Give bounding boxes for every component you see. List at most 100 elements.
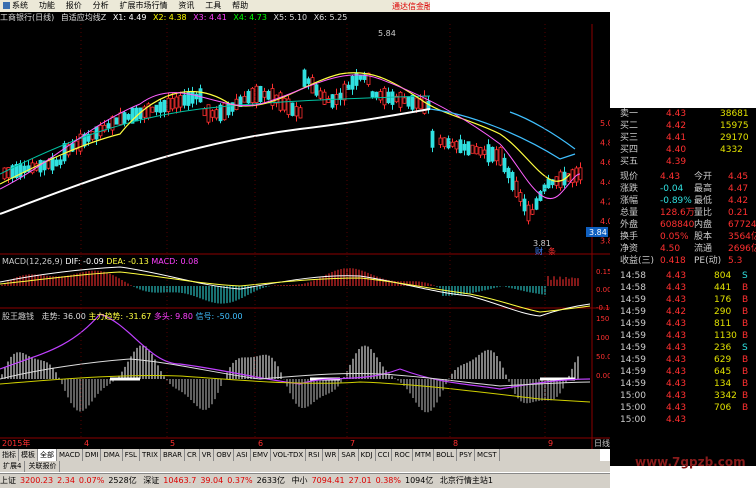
tick-volume: 811: [714, 319, 732, 329]
menu-item-function[interactable]: 功能: [39, 0, 55, 12]
ext-tab[interactable]: 关联报价: [25, 461, 61, 472]
tick-price: 4.43: [666, 379, 687, 389]
candle-body: [346, 84, 351, 90]
stat-value: 0.05%: [660, 232, 689, 242]
tab-macd[interactable]: MACD: [57, 449, 83, 461]
tab-全部[interactable]: 全部: [38, 449, 57, 461]
menu-item-system[interactable]: 系统: [3, 0, 28, 12]
candle-body: [2, 167, 7, 180]
indicator-name: 自适应均线Z: [60, 13, 107, 22]
stat-row: 外盘 608840内盘 677244: [610, 219, 756, 231]
tick-price: 4.43: [666, 403, 687, 413]
candle-body: [90, 131, 95, 140]
candle-body: [122, 112, 127, 124]
sz-change: 39.04: [200, 476, 224, 485]
candle-body: [62, 143, 67, 162]
candle-body: [358, 74, 363, 80]
stat-label: 换手: [620, 232, 639, 242]
stat-row: 涨幅 -0.89% 最低 4.42: [610, 195, 756, 207]
candle-body: [182, 94, 187, 106]
tab-boll[interactable]: BOLL: [434, 449, 458, 461]
tick-row: 14:59 4.43 236 S: [610, 342, 756, 354]
tab-mtm[interactable]: MTM: [413, 449, 435, 461]
candle-body: [218, 104, 223, 122]
menu-item-quote[interactable]: 报价: [66, 0, 82, 12]
tab-cr[interactable]: CR: [185, 449, 200, 461]
tab-模板[interactable]: 模板: [19, 449, 38, 461]
menu-item-analysis[interactable]: 分析: [93, 0, 109, 12]
bid-label: 买二: [620, 121, 639, 131]
bid-volume: 38681: [720, 109, 749, 119]
tab-vr[interactable]: VR: [200, 449, 215, 461]
menu-item-tools[interactable]: 工具: [205, 0, 221, 12]
tab-rsi[interactable]: RSI: [306, 449, 323, 461]
candle-body: [402, 97, 407, 104]
tick-price: 4.43: [666, 283, 687, 293]
tick-volume: 176: [714, 295, 732, 305]
menu-item-help[interactable]: 帮助: [232, 0, 248, 12]
tab-fsl[interactable]: FSL: [123, 449, 140, 461]
zx-pct: 0.38%: [375, 476, 401, 485]
tab-dmi[interactable]: DMI: [83, 449, 102, 461]
tab-dma[interactable]: DMA: [101, 449, 123, 461]
indicator-tabs: 指标 模板 全部 MACD DMI DMA FSL TRIX BRAR CR VR OBV ASI EMV…: [0, 449, 600, 461]
candle-body: [302, 69, 307, 87]
tab-obv[interactable]: OBV: [214, 449, 235, 461]
server-name[interactable]: 北京行情主站1: [440, 476, 493, 485]
candle-body: [450, 141, 455, 147]
extension-tabs: 扩展4 关联报价: [0, 461, 610, 472]
tab-roc[interactable]: ROC: [392, 449, 413, 461]
tab-asi[interactable]: ASI: [234, 449, 251, 461]
bid-volume: 4332: [720, 145, 743, 155]
tick-volume: 706: [714, 403, 732, 413]
tab-指标[interactable]: 指标: [0, 449, 19, 461]
date-axis-label: 9: [548, 439, 553, 448]
stat-label: PE(动): [694, 256, 722, 266]
tab-mcst[interactable]: MCST: [475, 449, 500, 461]
candle-body: [262, 90, 267, 98]
bid-label: 买五: [620, 157, 639, 167]
tab-vol-tdx[interactable]: VOL-TDX: [271, 449, 307, 461]
candle-body: [466, 141, 471, 156]
candle-body: [526, 204, 531, 222]
tab-cci[interactable]: CCI: [376, 449, 393, 461]
tick-price: 4.42: [666, 307, 687, 317]
candle-body: [58, 159, 63, 165]
tick-time: 14:59: [620, 295, 646, 305]
stat-label: 最低: [694, 196, 713, 206]
tab-emv[interactable]: EMV: [251, 449, 271, 461]
ext-tab[interactable]: 扩展4: [0, 461, 26, 472]
ma-x2: X2: 4.38: [153, 13, 187, 22]
ma-x4: X4: 4.73: [233, 13, 267, 22]
menu-item-extended-market[interactable]: 扩展市场行情: [120, 0, 168, 12]
indicator-axis-label: 150.00: [596, 315, 610, 323]
tick-volume: 441: [714, 283, 732, 293]
bid-price: 4.42: [666, 121, 687, 131]
tab-wr[interactable]: WR: [323, 449, 340, 461]
stock-chart[interactable]: 5.84 3.81 3.84 财 条 5.004.804.604.404.204…: [0, 24, 610, 449]
tick-time: 14:58: [620, 283, 646, 293]
candle-body: [278, 92, 283, 111]
candle-body: [158, 101, 163, 113]
date-axis-label: 日线: [594, 438, 610, 448]
tick-time: 14:59: [620, 367, 646, 377]
price-axis-label: 4.40: [600, 178, 610, 187]
tab-trix[interactable]: TRIX: [140, 449, 161, 461]
tick-price: 4.43: [666, 391, 687, 401]
sh-change: 2.34: [57, 476, 75, 485]
menu-item-news[interactable]: 资讯: [178, 0, 194, 12]
stat-row: 涨跌 -0.04 最高 4.47: [610, 183, 756, 195]
bid-price: 4.40: [666, 145, 687, 155]
candle-body: [242, 95, 247, 103]
tab-brar[interactable]: BRAR: [161, 449, 185, 461]
date-axis-label: 8: [453, 439, 458, 448]
indicator-trend: 走势: 36.00: [41, 312, 86, 321]
tick-time: 14:59: [620, 343, 646, 353]
candle-body: [474, 146, 479, 155]
tab-psy[interactable]: PSY: [457, 449, 476, 461]
tab-kdj[interactable]: KDJ: [359, 449, 376, 461]
candle-body: [482, 149, 487, 155]
indicator-axis-label: 100.00: [596, 334, 610, 342]
candle-body: [494, 149, 499, 162]
tab-sar[interactable]: SAR: [339, 449, 359, 461]
